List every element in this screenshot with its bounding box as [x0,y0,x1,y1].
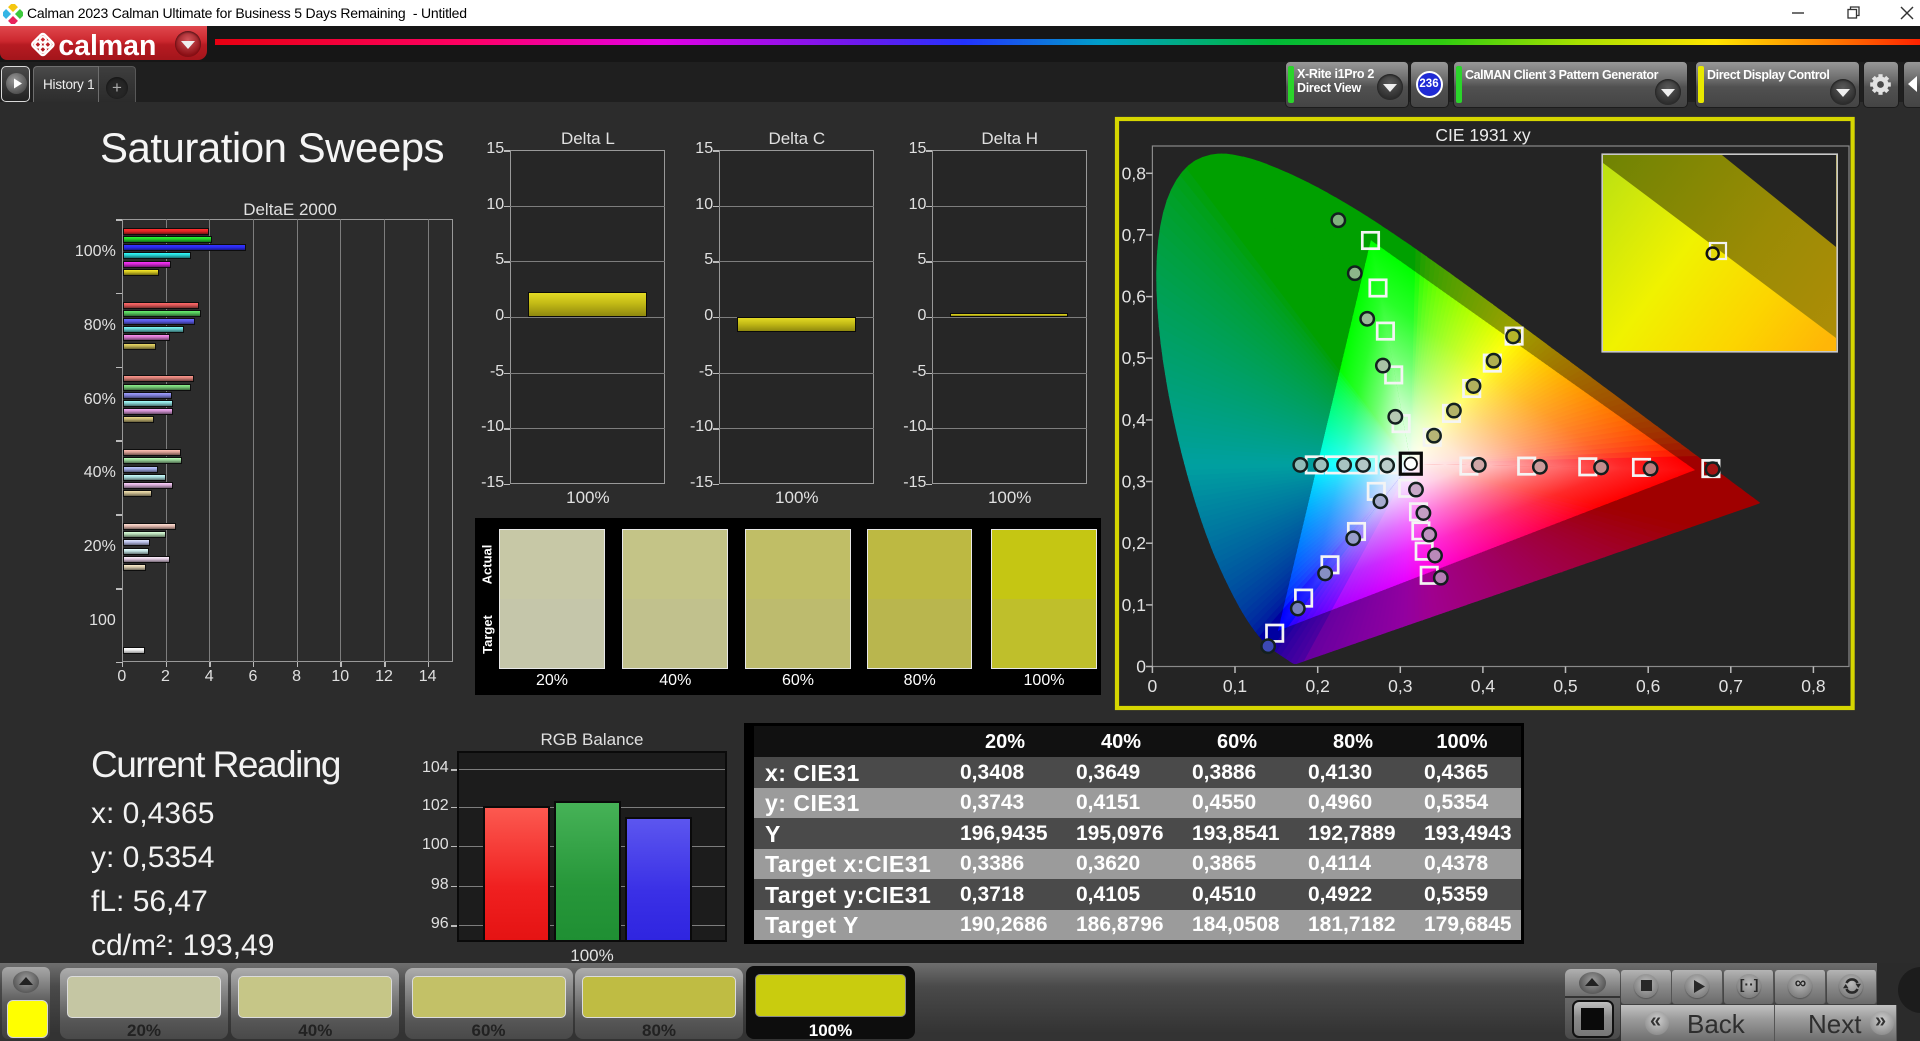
svg-text:0,2: 0,2 [1306,676,1330,696]
svg-text:CIE 1931 xy: CIE 1931 xy [1435,125,1531,145]
svg-text:0,6: 0,6 [1122,287,1146,307]
svg-text:0,4: 0,4 [1471,676,1496,696]
svg-text:0,5: 0,5 [1122,348,1146,368]
svg-text:0,6: 0,6 [1636,676,1660,696]
svg-text:0: 0 [1148,676,1158,696]
svg-text:0,8: 0,8 [1801,676,1825,696]
svg-text:0,3: 0,3 [1122,472,1146,492]
svg-text:0,7: 0,7 [1122,225,1146,245]
svg-text:0,4: 0,4 [1122,410,1147,430]
svg-text:0,1: 0,1 [1223,676,1247,696]
svg-text:0,3: 0,3 [1388,676,1412,696]
svg-text:0: 0 [1136,657,1146,677]
svg-text:0,1: 0,1 [1122,595,1146,615]
svg-text:0,8: 0,8 [1122,163,1146,183]
svg-text:0,5: 0,5 [1553,676,1577,696]
svg-text:0,7: 0,7 [1719,676,1743,696]
svg-text:0,2: 0,2 [1122,533,1146,553]
